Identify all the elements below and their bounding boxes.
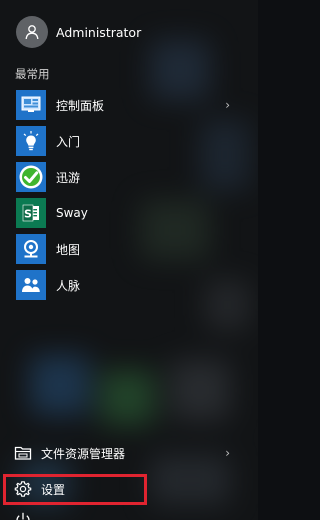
- app-item-control-panel[interactable]: 控制面板 ›: [0, 87, 258, 123]
- app-item-people[interactable]: 人脉: [0, 267, 258, 303]
- app-label: 控制面板: [56, 98, 105, 113]
- sway-icon: S: [16, 198, 46, 228]
- folder-icon: [14, 444, 32, 462]
- power-icon: [14, 511, 32, 520]
- app-label: 地图: [56, 242, 81, 257]
- app-label: 迅游: [56, 170, 81, 185]
- file-explorer-label: 文件资源管理器: [41, 446, 126, 461]
- chevron-right-icon[interactable]: ›: [225, 98, 230, 112]
- start-menu-panel: Administrator 最常用 控制面板 › 入门 迅游 S Sway 地图…: [0, 0, 258, 520]
- app-item-sway[interactable]: S Sway: [0, 195, 258, 231]
- app-item-get-started[interactable]: 入门: [0, 123, 258, 159]
- user-avatar-icon: [16, 16, 48, 48]
- most-used-heading: 最常用: [15, 67, 50, 81]
- app-label: 入门: [56, 134, 81, 149]
- user-name: Administrator: [56, 24, 142, 40]
- svg-text:S: S: [24, 208, 32, 221]
- people-icon: [16, 270, 46, 300]
- xunyou-logo-icon: [16, 162, 46, 192]
- app-label: 人脉: [56, 278, 81, 293]
- app-label: Sway: [56, 206, 88, 220]
- user-account-button[interactable]: Administrator: [0, 14, 258, 50]
- most-used-app-list: 控制面板 › 入门 迅游 S Sway 地图 人脉: [0, 87, 258, 303]
- control-panel-icon: [16, 90, 46, 120]
- settings-highlight-annotation: [3, 474, 147, 505]
- power-item-partial[interactable]: [0, 508, 258, 520]
- chevron-right-icon[interactable]: ›: [225, 446, 230, 460]
- app-item-xunyou[interactable]: 迅游: [0, 159, 258, 195]
- maps-icon: [16, 234, 46, 264]
- app-item-maps[interactable]: 地图: [0, 231, 258, 267]
- lightbulb-icon: [16, 126, 46, 156]
- file-explorer-item[interactable]: 文件资源管理器 ›: [0, 437, 258, 469]
